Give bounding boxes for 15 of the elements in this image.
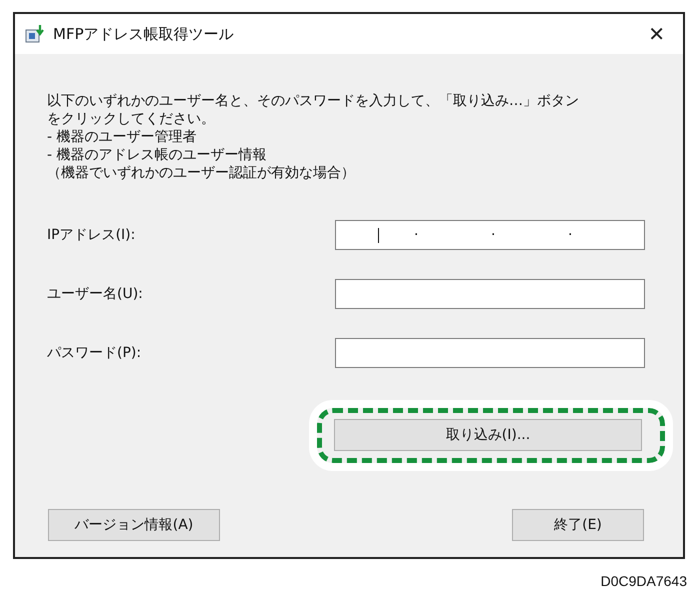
window-title: MFPアドレス帳取得ツール — [53, 24, 235, 44]
text-cursor — [378, 228, 379, 243]
dialog-button[interactable]: バージョン情報(A) — [48, 509, 220, 541]
input-field[interactable] — [335, 279, 645, 309]
app-icon — [25, 24, 45, 44]
field-label: IPアドレス(I): — [47, 226, 136, 244]
dialog-button[interactable]: 終了(E) — [512, 509, 644, 541]
field-label: ユーザー名(U): — [47, 285, 144, 303]
ip-address-field[interactable]: . . . — [335, 220, 645, 250]
field-label: パスワード(P): — [47, 344, 142, 362]
import-button[interactable]: 取り込み(I)... — [334, 419, 642, 451]
close-button[interactable]: ✕ — [644, 22, 669, 46]
figure-code: D0C9DA7643 — [600, 573, 688, 589]
input-field[interactable] — [335, 338, 645, 368]
instructions-text: 以下のいずれかのユーザー名と、そのパスワードを入力して、「取り込み…」ボタン をクリックしてください。 - 機器のユーザー管理者 - 機器のアドレス帳のユーザー情報 （機器でいずれかのユーザー認証が有効な場合） — [47, 92, 580, 182]
